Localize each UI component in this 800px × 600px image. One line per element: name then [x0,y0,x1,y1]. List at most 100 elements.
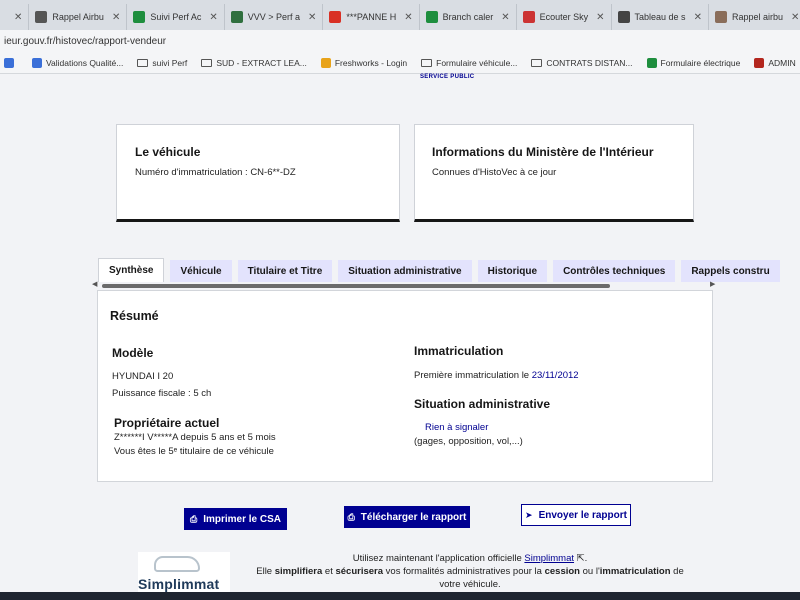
bookmark-label: Validations Qualité... [46,57,124,68]
tab-favicon-icon [329,11,342,23]
bookmark-item[interactable]: Validations Qualité... [32,57,124,68]
bookmark-favicon-icon [646,57,657,68]
browser-tab[interactable]: Ecouter Sky ✕ [517,4,612,30]
tab-label: Branch caler [442,12,494,22]
promo-line2-a: Elle [256,566,273,577]
send-arrow-icon: ➤ [525,509,533,520]
vehicle-card-title: Le véhicule [135,145,201,159]
bookmark-item[interactable]: suivi Perf [137,58,187,68]
ministry-card: Informations du Ministère de l'Intérieur… [414,124,694,222]
first-registration-label: Première immatriculation le [414,370,530,381]
bookmarks-bar: Validations Qualité... suivi Perf SUD - EX… [0,52,800,74]
tabs-scrollbar[interactable] [98,284,718,289]
browser-tab[interactable]: VVV > Perf a ✕ [225,4,324,30]
service-public-logo: SERVICE PUBLIC [420,74,474,81]
bookmark-favicon-icon [4,57,14,68]
tabs-scrollbar-thumb[interactable] [102,284,610,288]
report-tab[interactable]: Rappels constru [681,260,780,282]
simplimmat-promo: Utilisez maintenant l'application offici… [230,552,710,591]
bookmark-item[interactable]: SUD - EXTRACT LEA... [201,58,307,68]
bookmark-item[interactable]: Formulaire électrique [646,57,740,68]
simplimmat-logo-text: Simplimmat [138,576,220,592]
first-registration-date: 23/11/2012 [531,370,579,381]
promo-line1: Utilisez maintenant l'application offici… [352,553,522,564]
browser-tab[interactable]: ✕ [0,4,30,30]
report-tab[interactable]: Situation administrative [338,260,472,282]
owner-heading: Propriétaire actuel [114,416,220,430]
tab-close-icon[interactable]: ✕ [791,12,799,23]
promo-line3: votre véhicule. [439,579,501,590]
ministry-card-subtitle: Connues d'HistoVec à ce jour [432,167,557,178]
folder-icon [201,58,213,67]
vehicle-card-plate: Numéro d'immatriculation : CN-6**-DZ [135,167,296,178]
model-heading: Modèle [112,346,154,360]
promo-line2-e: vos formalités administratives pour la [385,566,542,577]
tab-close-icon[interactable]: ✕ [404,12,412,23]
tab-favicon-icon [35,11,48,23]
model-value: HYUNDAI I 20 [112,371,174,382]
owner-rank: Vous êtes le 5ᵉ titulaire de ce véhicule [114,446,274,457]
tab-favicon-icon [425,11,438,23]
bookmark-item[interactable] [4,57,18,68]
browser-tab-bar: ✕ Rappel Airbu ✕ Suivi Perf Ac ✕ VVV > Perf a… [0,0,800,30]
tab-close-icon[interactable]: ✕ [596,12,604,23]
tab-close-icon[interactable]: ✕ [308,12,316,23]
page-content: SERVICE PUBLIC Le véhicule Numéro d'imma… [0,74,800,600]
promo-line2-h: immatriculation [599,566,671,577]
bookmark-item[interactable]: Formulaire véhicule... [421,58,517,68]
bookmark-label: Formulaire véhicule... [436,57,518,68]
browser-tab[interactable]: Tableau de s ✕ [612,4,709,30]
tab-label: VVV > Perf a [247,12,301,22]
folder-icon [137,58,149,67]
tab-close-icon[interactable]: ✕ [209,12,217,23]
tab-favicon-icon [522,11,535,23]
promo-line2-b: simplifiera [274,566,323,577]
tabs-scroll-left-icon[interactable]: ◀ [92,280,97,288]
tab-favicon-icon [230,11,243,23]
os-taskbar [0,592,800,600]
report-tab[interactable]: Historique [477,260,548,282]
tab-close-icon[interactable]: ✕ [694,12,702,23]
report-tab[interactable]: Contrôles techniques [553,260,676,282]
report-tab[interactable]: Synthèse [98,258,165,282]
admin-heading: Situation administrative [414,397,551,411]
logo-text: SERVICE PUBLIC [420,74,475,80]
browser-tab[interactable]: Suivi Perf Ac ✕ [127,4,225,30]
summary-title: Résumé [110,309,159,323]
promo-line2-c: et [324,566,333,577]
browser-tab[interactable]: Branch caler ✕ [420,4,517,30]
folder-icon [531,58,543,67]
print-csa-button[interactable]: ⎙ Imprimer le CSA [184,508,287,530]
browser-tab[interactable]: ***PANNE H ✕ [323,4,420,30]
tab-close-icon[interactable]: ✕ [112,12,120,23]
report-tab[interactable]: Titulaire et Titre [237,260,333,282]
tab-close-icon[interactable]: ✕ [501,12,509,23]
url-text: ieur.gouv.fr/histovec/rapport-vendeur [4,35,167,47]
bookmark-item[interactable]: ADMIN [754,57,796,68]
tab-close-icon[interactable]: ✕ [14,12,22,23]
browser-tab[interactable]: Rappel airbu ✕ [709,4,800,30]
bookmark-label: Freshworks - Login [334,57,408,68]
promo-line2-g: ou l' [582,566,600,577]
promo-line2-d: sécurisera [335,566,384,577]
print-csa-label: Imprimer le CSA [203,513,281,525]
bookmark-item[interactable]: CONTRATS DISTAN... [531,58,633,68]
promo-line2-i: de [673,566,684,577]
bookmark-favicon-icon [32,57,42,68]
report-tab[interactable]: Véhicule [170,260,232,282]
browser-tab[interactable]: Rappel Airbu ✕ [29,4,128,30]
report-tabs: Synthèse Véhicule Titulaire et Titre Situat… [98,258,786,282]
download-report-button[interactable]: ⎙ Télécharger le rapport [344,506,470,528]
tab-label: Rappel airbu [731,12,783,22]
simplimmat-link[interactable]: Simplimmat [524,553,574,564]
tab-favicon-icon [714,11,727,23]
tab-label: Ecouter Sky [539,12,589,22]
admin-status: Rien à signaler [425,422,489,433]
tab-label: Suivi Perf Ac [150,12,202,22]
bookmark-item[interactable]: Freshworks - Login [320,57,408,68]
send-report-button[interactable]: ➤ Envoyer le rapport [521,504,631,526]
address-bar[interactable]: ieur.gouv.fr/histovec/rapport-vendeur [0,30,800,52]
bookmark-label: ADMIN [768,57,796,68]
bookmark-label: SUD - EXTRACT LEA... [216,57,307,68]
folder-icon [421,58,433,67]
